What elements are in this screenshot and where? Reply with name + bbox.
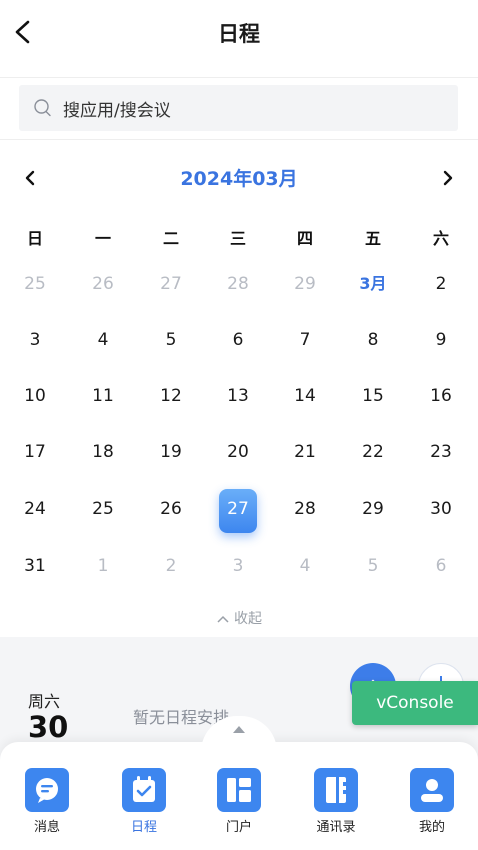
tab-label: 我的 (418, 820, 445, 835)
schedule-weekday: 周六 (28, 692, 61, 711)
calendar-day[interactable]: 2 (137, 551, 205, 581)
calendar-day[interactable]: 27 (137, 269, 205, 299)
calendar-day[interactable]: 26 (137, 494, 205, 524)
calendar-day[interactable]: 6 (407, 551, 475, 581)
calendar-week-row: 3 4 5 6 7 8 9 (0, 325, 478, 355)
schedule-day-number: 30 (28, 710, 69, 744)
weekday-label: 三 (229, 229, 246, 248)
calendar-day[interactable]: 4 (271, 551, 339, 581)
tab-calendar[interactable]: 日程 (114, 768, 174, 838)
calendar-day[interactable]: 4 (69, 325, 137, 355)
tab-label: 消息 (33, 820, 60, 835)
calendar-day[interactable]: 7 (271, 325, 339, 355)
calendar-day[interactable]: 12 (137, 381, 205, 411)
calendar-day[interactable]: 5 (339, 551, 407, 581)
vconsole-button[interactable]: vConsole (352, 681, 478, 725)
calendar-day[interactable]: 2 (407, 269, 475, 299)
weekday-label: 四 (296, 229, 313, 248)
calendar-day[interactable]: 28 (271, 494, 339, 524)
calendar-day[interactable]: 25 (1, 269, 69, 299)
message-icon (25, 768, 69, 812)
next-month-button[interactable] (436, 166, 460, 190)
month-navigation: 2024年03月 (0, 160, 478, 196)
calendar-icon (122, 768, 166, 812)
header-divider (0, 77, 478, 78)
month-label: 2024年03月 (180, 168, 298, 190)
search-divider (0, 139, 478, 140)
user-icon (410, 768, 454, 812)
weekday-label: 一 (94, 229, 111, 248)
collapse-label: 收起 (234, 611, 262, 627)
calendar-day[interactable]: 26 (69, 269, 137, 299)
calendar-day[interactable]: 10 (1, 381, 69, 411)
calendar-day[interactable]: 13 (204, 381, 272, 411)
collapse-button[interactable]: 收起 (0, 608, 478, 628)
calendar-day[interactable]: 23 (407, 437, 475, 467)
weekday-label: 六 (432, 229, 449, 248)
tab-label: 日程 (130, 820, 157, 835)
calendar-day[interactable]: 19 (137, 437, 205, 467)
tab-portal[interactable]: 门户 (209, 768, 269, 838)
tab-contacts[interactable]: 通讯录 (306, 768, 366, 838)
calendar-day[interactable]: 30 (407, 494, 475, 524)
calendar-day[interactable]: 8 (339, 325, 407, 355)
calendar-day-month-start[interactable]: 3月 (339, 269, 407, 299)
search-placeholder: 搜应用/搜会议 (63, 101, 171, 121)
calendar-day[interactable]: 5 (137, 325, 205, 355)
calendar-day[interactable]: 31 (1, 551, 69, 581)
tab-messages[interactable]: 消息 (17, 768, 77, 838)
calendar-day[interactable]: 21 (271, 437, 339, 467)
search-icon (34, 99, 51, 117)
calendar-day[interactable]: 15 (339, 381, 407, 411)
weekday-header: 日 一 二 三 四 五 六 (0, 224, 478, 254)
weekday-label: 五 (364, 229, 381, 248)
calendar-day[interactable]: 24 (1, 494, 69, 524)
contacts-icon (314, 768, 358, 812)
weekday-label: 日 (26, 229, 43, 248)
triangle-up-icon (233, 726, 245, 733)
calendar-day[interactable]: 28 (204, 269, 272, 299)
tab-profile[interactable]: 我的 (402, 768, 462, 838)
chevron-up-icon (217, 615, 229, 623)
calendar-day[interactable]: 3 (204, 551, 272, 581)
calendar-day[interactable]: 18 (69, 437, 137, 467)
calendar-week-row: 25 26 27 28 29 3月 2 (0, 269, 478, 299)
calendar-day[interactable]: 14 (271, 381, 339, 411)
calendar-week-row: 24 25 26 27 28 29 30 (0, 494, 478, 524)
calendar-day[interactable]: 22 (339, 437, 407, 467)
portal-icon (217, 768, 261, 812)
calendar-week-row: 17 18 19 20 21 22 23 (0, 437, 478, 467)
calendar-day[interactable]: 1 (69, 551, 137, 581)
calendar-day[interactable]: 20 (204, 437, 272, 467)
calendar-day[interactable]: 25 (69, 494, 137, 524)
calendar-week-row: 31 1 2 3 4 5 6 (0, 551, 478, 581)
calendar-day[interactable]: 6 (204, 325, 272, 355)
calendar-day[interactable]: 29 (339, 494, 407, 524)
calendar-day[interactable]: 11 (69, 381, 137, 411)
search-input[interactable]: 搜应用/搜会议 (19, 85, 458, 131)
weekday-label: 二 (162, 229, 179, 248)
chevron-right-icon (443, 170, 453, 186)
calendar-day[interactable]: 17 (1, 437, 69, 467)
calendar-day[interactable]: 16 (407, 381, 475, 411)
tab-label: 通讯录 (316, 820, 356, 835)
calendar-week-row: 10 11 12 13 14 15 16 (0, 381, 478, 411)
calendar-day-selected[interactable]: 27 (204, 494, 272, 524)
calendar-day[interactable]: 9 (407, 325, 475, 355)
calendar-day[interactable]: 3 (1, 325, 69, 355)
calendar-day[interactable]: 29 (271, 269, 339, 299)
header: 日程 (0, 0, 478, 66)
tab-label: 门户 (225, 820, 252, 835)
page-title: 日程 (218, 22, 260, 46)
